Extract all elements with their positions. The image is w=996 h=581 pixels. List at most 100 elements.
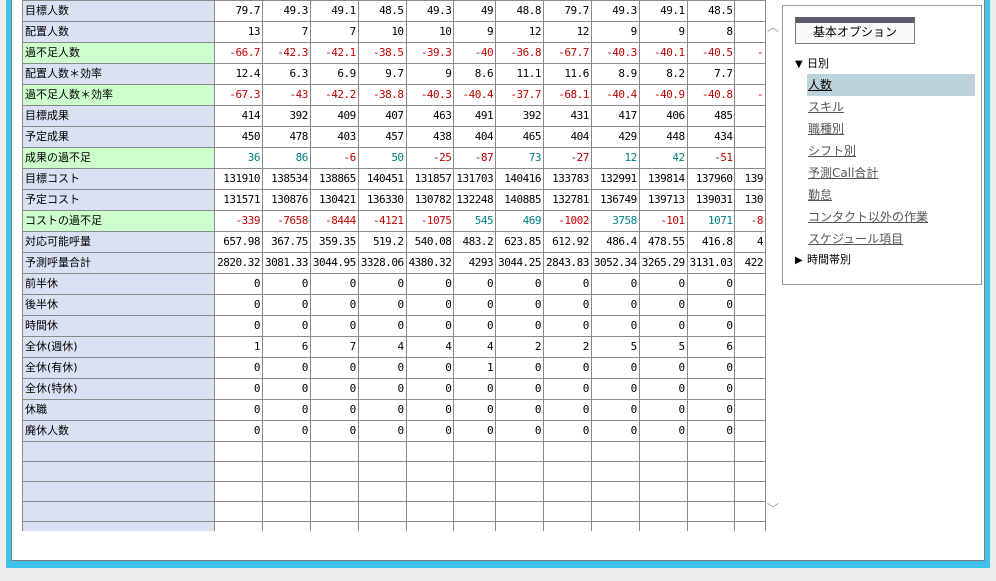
table-cell[interactable]: 519.2 xyxy=(357,231,407,253)
table-cell[interactable]: 431 xyxy=(543,105,592,127)
table-cell[interactable] xyxy=(261,481,311,502)
table-cell[interactable]: 414 xyxy=(214,105,263,127)
table-cell[interactable]: -43 xyxy=(261,84,311,106)
table-cell[interactable] xyxy=(357,441,407,462)
table-cell[interactable]: 0 xyxy=(214,315,263,337)
table-cell[interactable]: 13 xyxy=(214,21,263,43)
table-cell[interactable]: 0 xyxy=(357,315,407,337)
option-item[interactable]: 人数 xyxy=(807,74,975,96)
table-cell[interactable]: 0 xyxy=(590,294,640,316)
table-cell[interactable]: 36 xyxy=(214,147,263,169)
table-cell[interactable]: 0 xyxy=(405,315,455,337)
table-cell[interactable]: 6 xyxy=(261,336,311,358)
table-cell[interactable] xyxy=(309,501,359,522)
table-cell[interactable]: - xyxy=(734,42,766,64)
table-cell[interactable]: 10 xyxy=(405,21,455,43)
table-cell[interactable]: 1 xyxy=(453,357,497,379)
table-cell[interactable]: 0 xyxy=(261,378,311,400)
table-cell[interactable] xyxy=(734,441,766,462)
table-cell[interactable]: -25 xyxy=(405,147,455,169)
table-cell[interactable]: 3265.29 xyxy=(638,252,688,274)
table-cell[interactable]: -1002 xyxy=(543,210,592,232)
table-cell[interactable]: 0 xyxy=(495,357,545,379)
table-cell[interactable] xyxy=(405,441,455,462)
table-cell[interactable]: 133783 xyxy=(543,168,592,190)
table-cell[interactable]: 0 xyxy=(453,378,497,400)
table-cell[interactable]: 7.7 xyxy=(686,63,736,85)
table-cell[interactable] xyxy=(357,481,407,502)
table-cell[interactable] xyxy=(734,399,766,421)
table-cell[interactable] xyxy=(734,21,766,43)
table-cell[interactable]: 0 xyxy=(453,273,497,295)
table-cell[interactable]: 130782 xyxy=(405,189,455,211)
table-cell[interactable]: 0 xyxy=(638,294,688,316)
table-cell[interactable]: -40.8 xyxy=(686,84,736,106)
table-cell[interactable]: 0 xyxy=(453,399,497,421)
table-cell[interactable]: -38.5 xyxy=(357,42,407,64)
table-cell[interactable]: 130 xyxy=(734,189,766,211)
table-cell[interactable]: 0 xyxy=(686,420,736,442)
table-cell[interactable]: -87 xyxy=(453,147,497,169)
table-cell[interactable]: 6 xyxy=(686,336,736,358)
table-cell[interactable]: 12 xyxy=(590,147,640,169)
table-cell[interactable]: 7 xyxy=(261,21,311,43)
table-cell[interactable]: 0 xyxy=(495,315,545,337)
table-cell[interactable]: 12 xyxy=(543,21,592,43)
table-cell[interactable]: 0 xyxy=(686,294,736,316)
table-cell[interactable]: 140451 xyxy=(357,168,407,190)
table-cell[interactable]: -66.7 xyxy=(214,42,263,64)
table-cell[interactable]: 49.3 xyxy=(405,0,455,22)
table-cell[interactable] xyxy=(686,461,736,482)
table-cell[interactable]: 0 xyxy=(543,378,592,400)
table-cell[interactable]: -40.9 xyxy=(638,84,688,106)
option-item[interactable]: スキル xyxy=(807,96,975,118)
table-cell[interactable] xyxy=(309,521,359,531)
table-cell[interactable]: 485 xyxy=(686,105,736,127)
table-cell[interactable]: 545 xyxy=(453,210,497,232)
table-cell[interactable]: 623.85 xyxy=(495,231,545,253)
table-cell[interactable] xyxy=(734,420,766,442)
table-cell[interactable]: 2 xyxy=(543,336,592,358)
table-cell[interactable]: 0 xyxy=(309,294,359,316)
table-cell[interactable]: -51 xyxy=(686,147,736,169)
table-cell[interactable] xyxy=(543,461,592,482)
table-cell[interactable]: 131571 xyxy=(214,189,263,211)
table-cell[interactable]: 0 xyxy=(357,357,407,379)
table-cell[interactable]: 9.7 xyxy=(357,63,407,85)
table-cell[interactable]: 0 xyxy=(590,315,640,337)
table-cell[interactable]: 5 xyxy=(590,336,640,358)
table-cell[interactable]: 0 xyxy=(686,273,736,295)
table-cell[interactable]: 0 xyxy=(495,273,545,295)
table-cell[interactable] xyxy=(357,501,407,522)
table-cell[interactable] xyxy=(261,501,311,522)
table-cell[interactable]: 392 xyxy=(261,105,311,127)
table-cell[interactable]: 8.6 xyxy=(453,63,497,85)
table-cell[interactable] xyxy=(214,441,263,462)
table-cell[interactable]: 0 xyxy=(405,399,455,421)
table-cell[interactable]: 0 xyxy=(453,420,497,442)
table-cell[interactable]: -40.1 xyxy=(638,42,688,64)
table-cell[interactable] xyxy=(261,441,311,462)
table-cell[interactable]: 0 xyxy=(261,399,311,421)
chevron-up-icon[interactable]: ︿ xyxy=(766,18,780,34)
table-cell[interactable] xyxy=(495,481,545,502)
table-cell[interactable]: 0 xyxy=(638,315,688,337)
table-cell[interactable]: 0 xyxy=(495,378,545,400)
table-cell[interactable]: 48.5 xyxy=(357,0,407,22)
table-cell[interactable]: 0 xyxy=(686,315,736,337)
table-cell[interactable] xyxy=(590,461,640,482)
table-cell[interactable]: 50 xyxy=(357,147,407,169)
table-cell[interactable]: -38.8 xyxy=(357,84,407,106)
table-cell[interactable]: 140885 xyxy=(495,189,545,211)
table-cell[interactable] xyxy=(453,461,497,482)
table-cell[interactable]: -40.5 xyxy=(686,42,736,64)
table-cell[interactable]: 0 xyxy=(543,399,592,421)
table-cell[interactable]: 403 xyxy=(309,126,359,148)
table-cell[interactable]: 407 xyxy=(357,105,407,127)
table-cell[interactable] xyxy=(261,521,311,531)
table-cell[interactable]: -37.7 xyxy=(495,84,545,106)
table-cell[interactable]: 0 xyxy=(495,399,545,421)
table-cell[interactable] xyxy=(495,501,545,522)
table-cell[interactable]: 49.3 xyxy=(261,0,311,22)
table-cell[interactable] xyxy=(638,501,688,522)
